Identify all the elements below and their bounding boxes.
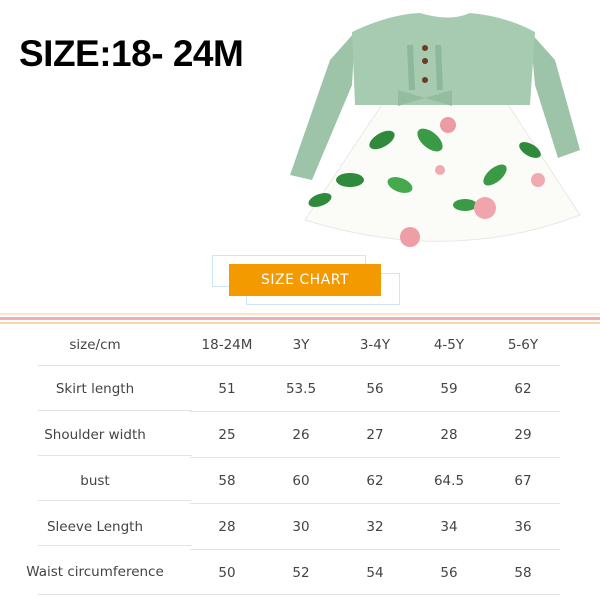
table-row: bust 58 60 62 64.5 67 (0, 457, 560, 504)
header-cell: size/cm (69, 337, 121, 354)
header-cell: 18-24M (201, 337, 253, 353)
row-divider (38, 500, 192, 501)
size-title: SIZE:18- 24M (19, 33, 244, 74)
product-image (290, 13, 581, 247)
row-label: Waist circumference (26, 564, 164, 581)
table-cell: 52 (264, 549, 338, 595)
size-chart-badge: SIZE CHART (229, 264, 381, 296)
divider-stripe (0, 313, 600, 315)
header-cell: 3Y (292, 337, 310, 353)
table-cell: 56 (412, 549, 486, 595)
row-label: Shoulder width (44, 426, 146, 443)
divider-stripe (0, 317, 600, 320)
table-cell: 28 (412, 411, 486, 458)
table-row: Shoulder width 25 26 27 28 29 (0, 411, 560, 458)
button (422, 45, 428, 51)
table-cell: 25 (190, 411, 264, 458)
table-cell: 54 (338, 549, 412, 595)
table-bottom-rule (38, 594, 560, 595)
header-cell: 3-4Y (359, 337, 391, 353)
table-cell: 36 (486, 503, 560, 550)
table-cell: 29 (486, 411, 560, 458)
row-divider (38, 455, 192, 456)
table-cell: 32 (338, 503, 412, 550)
table-cell: 53.5 (264, 365, 338, 412)
table-row: Sleeve Length 28 30 32 34 36 (0, 503, 560, 550)
dress-right-sleeve (530, 32, 580, 158)
table-cell: 27 (338, 411, 412, 458)
button (422, 77, 428, 83)
table-cell: 62 (338, 457, 412, 504)
row-label: Sleeve Length (46, 518, 144, 535)
row-label: Skirt length (55, 380, 135, 397)
table-cell: 51 (190, 365, 264, 412)
dress-left-sleeve (290, 32, 355, 180)
row-divider (38, 545, 192, 546)
table-cell: 26 (264, 411, 338, 458)
table-cell: 30 (264, 503, 338, 550)
divider-stripe (0, 322, 600, 324)
table-cell: 28 (190, 503, 264, 550)
table-cell: 58 (486, 549, 560, 595)
table-row: Skirt length 51 53.5 56 59 62 (0, 365, 560, 412)
row-divider (38, 365, 192, 366)
table-cell: 34 (412, 503, 486, 550)
table-cell: 58 (190, 457, 264, 504)
table-cell: 56 (338, 365, 412, 412)
row-label: bust (80, 472, 110, 489)
table-cell: 59 (412, 365, 486, 412)
table-cell: 50 (190, 549, 264, 595)
table-row: Waist circumference 50 52 54 56 58 (0, 549, 560, 595)
table-header-row: size/cm 18-24M 3Y 3-4Y 4-5Y 5-6Y (0, 325, 560, 366)
header-cell: 4-5Y (433, 337, 465, 353)
table-cell: 62 (486, 365, 560, 412)
table-cell: 64.5 (412, 457, 486, 504)
table-cell: 67 (486, 457, 560, 504)
table-cell: 60 (264, 457, 338, 504)
row-divider (38, 410, 192, 411)
header-cell: 5-6Y (507, 337, 539, 353)
button (422, 58, 428, 64)
dress-bodice (352, 13, 535, 105)
